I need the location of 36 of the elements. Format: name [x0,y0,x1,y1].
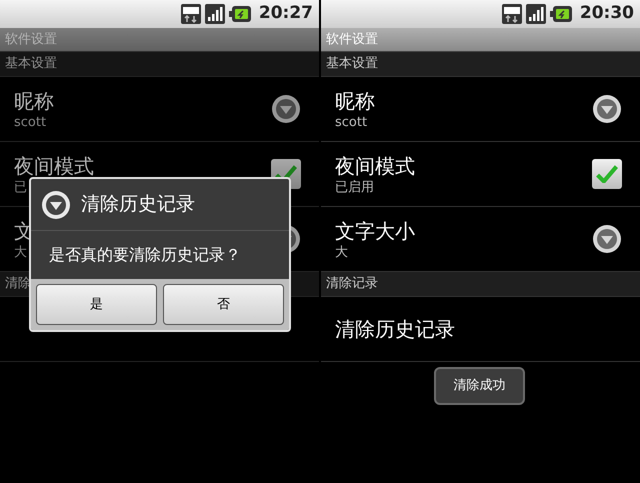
dropdown-icon[interactable] [271,94,301,124]
battery-icon [550,6,572,22]
setting-title[interactable]: 昵称 [14,88,54,114]
setting-summary: 已 [14,178,28,196]
setting-title[interactable]: 昵称 [335,88,375,114]
clock-time: 20:27 [258,2,313,26]
setting-summary: scott [335,114,368,130]
battery-icon [228,6,251,22]
section-title: 基本设置 [326,55,378,74]
network-3g-icon [502,4,522,24]
network-3g-icon [180,4,201,24]
setting-summary: 大 [14,244,28,260]
setting-title[interactable]: 文字大小 [335,218,415,244]
toast-message: 清除成功 [434,367,525,405]
dialog-title: 清除历史记录 [81,192,195,218]
dropdown-icon[interactable] [592,224,622,254]
setting-summary: scott [14,114,48,130]
setting-title[interactable]: 夜间模式 [335,152,415,178]
dropdown-icon[interactable] [592,94,622,124]
dialog-message: 是否真的要清除历史记录？ [48,244,242,266]
signal-icon [526,4,546,24]
clock-time: 20:30 [580,2,634,26]
dialog-button[interactable]: 否 [163,284,284,325]
screen-title: 软件设置 [5,30,57,49]
checkbox[interactable] [592,159,622,189]
setting-title[interactable]: 夜间模式 [14,152,94,178]
section-title: 基本设置 [5,55,57,74]
dropdown-icon [41,190,71,220]
section-title: 清除记录 [326,275,378,294]
signal-icon [204,4,225,24]
dialog-button[interactable]: 是 [36,284,157,325]
check-icon [596,165,618,183]
setting-summary: 大 [335,244,349,260]
setting-summary: 已启用 [335,178,375,196]
screen-title: 软件设置 [326,30,378,49]
setting-title[interactable]: 清除历史记录 [335,316,455,342]
